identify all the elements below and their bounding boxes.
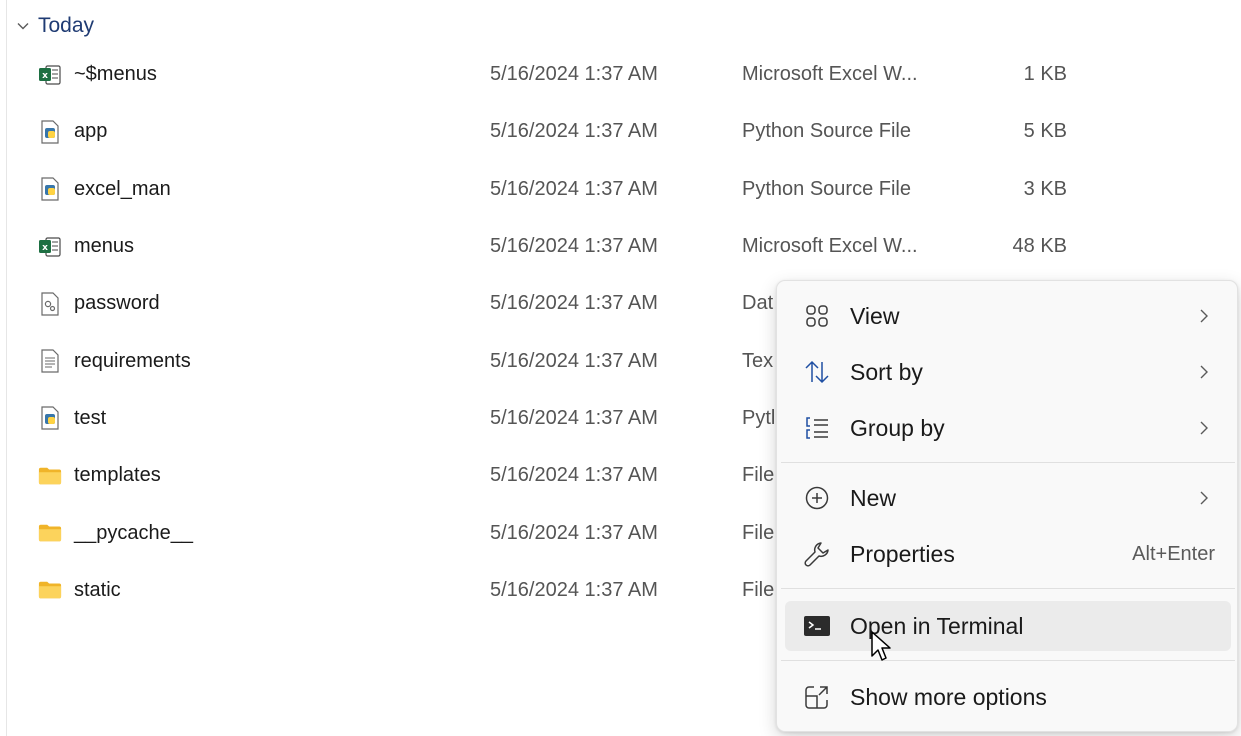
file-type: Dat bbox=[742, 292, 774, 315]
file-name: ~$menus bbox=[74, 63, 157, 86]
python-file-icon bbox=[38, 119, 62, 145]
group-header-today[interactable]: Today bbox=[16, 10, 94, 42]
group-header-label: Today bbox=[38, 14, 95, 37]
file-date: 5/16/2024 1:37 AM bbox=[490, 120, 658, 143]
file-row[interactable]: app 5/16/2024 1:37 AM Python Source File… bbox=[0, 103, 1100, 160]
file-type: File bbox=[742, 578, 775, 601]
menu-item-sort-by[interactable]: Sort by bbox=[785, 347, 1231, 397]
file-name: excel_man bbox=[74, 177, 171, 200]
chevron-down-icon bbox=[16, 19, 30, 33]
python-file-icon bbox=[38, 405, 62, 431]
file-row[interactable]: x ~$menus 5/16/2024 1:37 AM Microsoft Ex… bbox=[0, 46, 1100, 103]
chevron-right-icon bbox=[1197, 362, 1211, 382]
file-name-cell: excel_man bbox=[38, 161, 171, 218]
file-name: requirements bbox=[74, 349, 191, 372]
menu-item-view[interactable]: View bbox=[785, 291, 1231, 341]
file-date: 5/16/2024 1:37 AM bbox=[490, 521, 658, 544]
file-type: Python Source File bbox=[742, 177, 911, 200]
excel-file-icon: x bbox=[38, 62, 62, 88]
group-icon bbox=[803, 414, 831, 442]
file-name: menus bbox=[74, 235, 135, 258]
context-menu: View Sort by Group by New Properties Alt… bbox=[776, 280, 1238, 732]
menu-item-properties[interactable]: Properties Alt+Enter bbox=[785, 529, 1231, 579]
file-date: 5/16/2024 1:37 AM bbox=[490, 406, 658, 429]
file-name: app bbox=[74, 120, 108, 143]
folder-icon bbox=[38, 463, 62, 489]
menu-item-show-more-options[interactable]: Show more options bbox=[785, 672, 1231, 722]
menu-item-label: Properties bbox=[850, 540, 955, 567]
file-name-cell: password bbox=[38, 275, 160, 332]
excel-file-icon: x bbox=[38, 234, 62, 260]
file-date: 5/16/2024 1:37 AM bbox=[490, 292, 658, 315]
file-size: 48 KB bbox=[1012, 235, 1067, 258]
file-type: File bbox=[742, 521, 775, 544]
file-name-cell: x ~$menus bbox=[38, 46, 157, 103]
menu-item-open-in-terminal[interactable]: Open in Terminal bbox=[785, 601, 1231, 651]
file-name: static bbox=[74, 578, 121, 601]
file-date: 5/16/2024 1:37 AM bbox=[490, 578, 658, 601]
file-row[interactable]: excel_man 5/16/2024 1:37 AM Python Sourc… bbox=[0, 161, 1100, 218]
file-name-cell: __pycache__ bbox=[38, 504, 193, 561]
file-type: Pytl bbox=[742, 406, 776, 429]
file-name-cell: test bbox=[38, 390, 106, 447]
menu-separator bbox=[781, 462, 1235, 463]
file-size: 5 KB bbox=[1023, 120, 1067, 143]
file-name: templates bbox=[74, 464, 161, 487]
menu-item-group-by[interactable]: Group by bbox=[785, 403, 1231, 453]
menu-item-label: View bbox=[850, 302, 900, 329]
data-file-icon bbox=[38, 291, 62, 317]
chevron-right-icon bbox=[1197, 306, 1211, 326]
expand-icon bbox=[803, 683, 831, 711]
file-type: Tex bbox=[742, 349, 774, 372]
file-name-cell: templates bbox=[38, 447, 161, 504]
folder-icon bbox=[38, 577, 62, 603]
file-size: 3 KB bbox=[1023, 177, 1067, 200]
file-name-cell: x menus bbox=[38, 218, 134, 275]
wrench-icon bbox=[803, 540, 831, 568]
file-type: File bbox=[742, 464, 775, 487]
file-type: Python Source File bbox=[742, 120, 911, 143]
file-date: 5/16/2024 1:37 AM bbox=[490, 177, 658, 200]
menu-item-label: Group by bbox=[850, 414, 945, 441]
svg-text:x: x bbox=[42, 71, 48, 81]
terminal-icon bbox=[803, 612, 831, 640]
file-name-cell: requirements bbox=[38, 332, 191, 389]
file-date: 5/16/2024 1:37 AM bbox=[490, 464, 658, 487]
file-name-cell: app bbox=[38, 103, 107, 160]
file-name-cell: static bbox=[38, 562, 121, 619]
file-date: 5/16/2024 1:37 AM bbox=[490, 349, 658, 372]
menu-separator bbox=[781, 588, 1235, 589]
text-file-icon bbox=[38, 348, 62, 374]
chevron-right-icon bbox=[1197, 418, 1211, 438]
folder-icon bbox=[38, 520, 62, 546]
file-row[interactable]: x menus 5/16/2024 1:37 AM Microsoft Exce… bbox=[0, 218, 1100, 275]
plus-circle-icon bbox=[803, 484, 831, 512]
sort-icon bbox=[803, 358, 831, 386]
menu-item-new[interactable]: New bbox=[785, 473, 1231, 523]
file-type: Microsoft Excel W... bbox=[742, 63, 918, 86]
menu-item-label: Open in Terminal bbox=[850, 612, 1024, 639]
file-name: __pycache__ bbox=[74, 521, 193, 544]
chevron-right-icon bbox=[1197, 488, 1211, 508]
menu-item-label: New bbox=[850, 484, 897, 511]
file-date: 5/16/2024 1:37 AM bbox=[490, 63, 658, 86]
file-explorer-view: Today x ~$menus 5/16/2024 1:37 AM Micros… bbox=[0, 0, 1241, 736]
file-date: 5/16/2024 1:37 AM bbox=[490, 235, 658, 258]
file-type: Microsoft Excel W... bbox=[742, 235, 918, 258]
file-size: 1 KB bbox=[1023, 63, 1067, 86]
svg-text:x: x bbox=[42, 243, 48, 253]
menu-item-label: Show more options bbox=[850, 683, 1047, 710]
view-grid-icon bbox=[803, 302, 831, 330]
python-file-icon bbox=[38, 176, 62, 202]
menu-separator bbox=[781, 660, 1235, 661]
file-name: test bbox=[74, 406, 107, 429]
shortcut-label: Alt+Enter bbox=[1132, 542, 1215, 565]
file-name: password bbox=[74, 292, 160, 315]
menu-item-label: Sort by bbox=[850, 358, 923, 385]
